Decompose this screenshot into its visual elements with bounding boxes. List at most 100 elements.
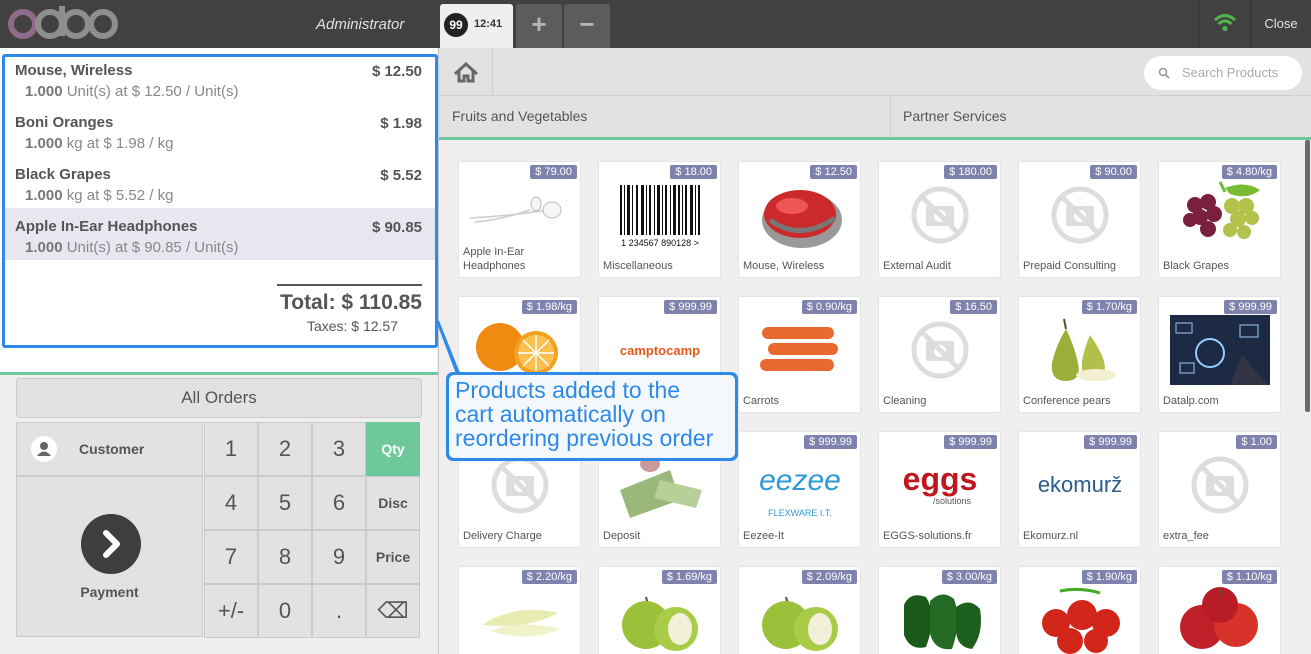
product-card[interactable]: eezee FLEXWARE I.T. $ 999.99 Eezee-It [738, 431, 861, 548]
product-card[interactable]: $ 4.80/kg Black Grapes [1158, 161, 1281, 278]
product-card[interactable]: $ 2.20/kg [458, 566, 581, 654]
search-input[interactable]: Search Products [1144, 56, 1302, 90]
category-bar: Fruits and Vegetables Partner Services [439, 96, 1311, 140]
backspace-key[interactable]: ⌫ [366, 584, 420, 638]
scrollbar[interactable] [1305, 140, 1310, 412]
cart-highlight [2, 54, 438, 348]
remove-order-button[interactable]: − [564, 4, 610, 48]
svg-text:eggs: eggs [903, 461, 978, 497]
product-card[interactable]: eggs/solutions $ 999.99 EGGS-solutions.fr [878, 431, 1001, 548]
numpad-key-2[interactable]: 2 [258, 422, 312, 476]
product-name: Delivery Charge [463, 530, 542, 542]
product-card[interactable]: $ 79.00 Apple In-Ear Headphones [458, 161, 581, 278]
qty-mode-button[interactable]: Qty [366, 422, 420, 476]
category-partner-services[interactable]: Partner Services [903, 96, 1006, 137]
decimal-key[interactable]: . [312, 584, 366, 638]
product-card[interactable]: $ 0.90/kg Carrots [738, 296, 861, 413]
product-card[interactable]: $ 1.00 extra_fee [1158, 431, 1281, 548]
numpad-key-1[interactable]: 1 [204, 422, 258, 476]
customer-button[interactable]: Customer [16, 422, 203, 476]
close-button[interactable]: Close [1250, 0, 1311, 48]
product-name: Apple In-Ear Headphones [463, 246, 526, 272]
product-name: extra_fee [1163, 530, 1209, 542]
svg-text:/solutions: /solutions [933, 496, 972, 506]
product-price: $ 1.10/kg [1221, 570, 1277, 584]
product-price: $ 999.99 [804, 435, 857, 449]
product-card[interactable]: $ 1.69/kg [598, 566, 721, 654]
product-name: Cleaning [883, 395, 927, 407]
product-card[interactable]: $ 16.50 Cleaning [878, 296, 1001, 413]
connection-status[interactable] [1198, 0, 1250, 48]
tomatoes-icon [1030, 585, 1130, 654]
carrots-icon [750, 315, 850, 385]
numpad-key-7[interactable]: 7 [204, 530, 258, 584]
numpad-key-8[interactable]: 8 [258, 530, 312, 584]
callout-text: Products added to the cart automatically… [449, 375, 735, 458]
username: Administrator [316, 16, 405, 33]
earphones-icon [469, 180, 570, 250]
numpad-key-3[interactable]: 3 [312, 422, 366, 476]
eezee-logo-icon: eezee FLEXWARE I.T. [750, 450, 850, 520]
home-button[interactable] [439, 48, 493, 96]
search-placeholder: Search Products [1182, 65, 1279, 80]
green-apples-icon [610, 585, 710, 654]
product-card[interactable]: $ 1.90/kg [1018, 566, 1141, 654]
product-card[interactable]: $ 1.70/kg Conference pears [1018, 296, 1141, 413]
product-name: Miscellaneous [603, 260, 673, 272]
payment-button[interactable]: Payment [16, 476, 203, 637]
product-card[interactable]: ekomurž $ 999.99 Ekomurz.nl [1018, 431, 1141, 548]
product-card[interactable]: $ 90.00 Prepaid Consulting [1018, 161, 1141, 278]
disc-mode-button[interactable]: Disc [366, 476, 420, 530]
numpad-key-0[interactable]: 0 [258, 584, 312, 638]
numpad: 1 2 3 Qty 4 5 6 Disc 7 8 9 Price +/- 0 .… [204, 422, 422, 638]
order-time: 12:41 [474, 18, 503, 30]
product-card[interactable]: $ 180.00 External Audit [878, 161, 1001, 278]
product-card[interactable]: 1 234567 890128 > $ 18.00 Miscellaneous [598, 161, 721, 278]
category-fruits-vegetables[interactable]: Fruits and Vegetables [452, 96, 587, 137]
callout-arrow-icon [436, 320, 460, 377]
add-order-button[interactable]: + [516, 4, 562, 48]
green-apples-icon [750, 585, 850, 654]
product-card[interactable]: $ 999.99 Datalp.com [1158, 296, 1281, 413]
grapes-icon [1170, 180, 1270, 250]
product-card[interactable]: $ 1.10/kg [1158, 566, 1281, 654]
user-icon [31, 436, 57, 462]
product-price: $ 18.00 [670, 165, 717, 179]
svg-text:eezee: eezee [759, 464, 841, 497]
mouse-icon [750, 180, 850, 250]
svg-text:ekomurž: ekomurž [1038, 472, 1122, 497]
all-orders-button[interactable]: All Orders [16, 378, 422, 418]
customer-label: Customer [79, 441, 145, 457]
product-name: Conference pears [1023, 395, 1111, 407]
search-icon [1158, 67, 1170, 79]
product-card[interactable]: $ 3.00/kg [878, 566, 1001, 654]
product-price: $ 180.00 [944, 165, 997, 179]
product-price: $ 0.90/kg [801, 300, 857, 314]
numpad-key-6[interactable]: 6 [312, 476, 366, 530]
product-card[interactable]: $ 12.50 Mouse, Wireless [738, 161, 861, 278]
ekomurz-logo-icon: ekomurž [1030, 450, 1130, 520]
product-price: $ 1.70/kg [1081, 300, 1137, 314]
plus-minus-key[interactable]: +/- [204, 584, 258, 638]
product-name: Eezee-It [743, 530, 784, 542]
numpad-key-9[interactable]: 9 [312, 530, 366, 584]
category-breadcrumb: Search Products [439, 48, 1311, 96]
product-card[interactable]: $ 2.09/kg [738, 566, 861, 654]
divider [0, 372, 438, 375]
numpad-key-4[interactable]: 4 [204, 476, 258, 530]
divider [890, 96, 891, 137]
product-name: External Audit [883, 260, 951, 272]
order-tab[interactable]: 99 12:41 [440, 4, 513, 48]
product-price: $ 999.99 [664, 300, 717, 314]
red-apples-icon [1170, 585, 1270, 654]
no-image-icon [890, 180, 990, 250]
product-pane: Search Products Fruits and Vegetables Pa… [439, 48, 1311, 654]
product-name: Deposit [603, 530, 641, 542]
price-mode-button[interactable]: Price [366, 530, 420, 584]
product-price: $ 3.00/kg [941, 570, 997, 584]
barcode-icon: 1 234567 890128 > [610, 180, 710, 250]
product-price: $ 4.80/kg [1221, 165, 1277, 179]
callout-line: cart automatically on [455, 401, 666, 427]
annotation-callout: Products added to the cart automatically… [446, 372, 738, 461]
numpad-key-5[interactable]: 5 [258, 476, 312, 530]
